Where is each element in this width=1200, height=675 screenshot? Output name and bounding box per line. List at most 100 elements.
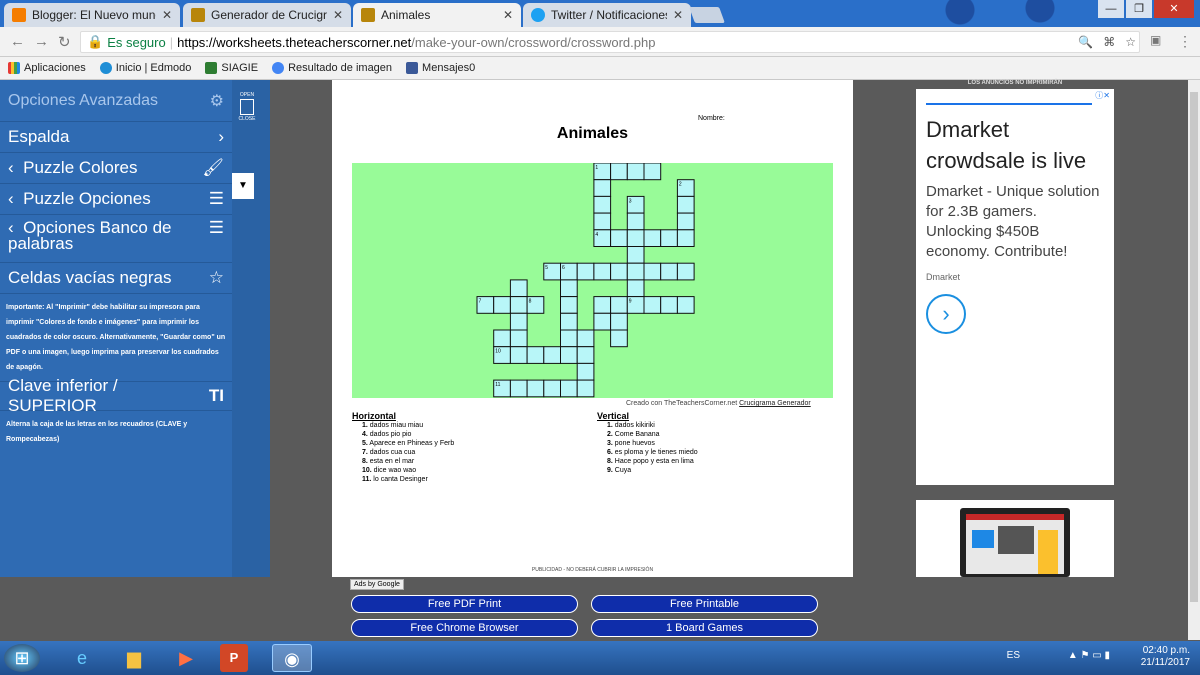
clue-text: dados kikiriki [612,422,655,429]
clue-item: 7. dados cua cua [352,448,454,457]
bookmark-google[interactable]: Resultado de imagen [272,62,392,74]
ad-info-icon[interactable]: ⓘ✕ [1095,90,1110,101]
extension-icon[interactable]: ▣ [1150,33,1161,47]
free-printable-button[interactable]: Free Printable [591,595,818,613]
scrollbar-thumb[interactable] [1190,92,1198,602]
clue-text: dados cua cua [367,449,416,456]
crossword-cell [543,379,562,398]
language-indicator[interactable]: ES [1007,650,1020,662]
free-chrome-browser-button[interactable]: Free Chrome Browser [351,619,578,637]
close-window-button[interactable]: ✕ [1154,0,1194,18]
sidebar-item-espalda[interactable]: Espalda › [0,122,232,153]
ad-arrow-icon[interactable]: › [926,294,966,334]
open-close-toggle[interactable]: OPEN CLOSE [236,92,258,122]
sidebar-item-puzzle-colores[interactable]: ‹ Puzzle Colores 🖌 [0,153,232,184]
crossword-cell [576,262,595,281]
crossword-cell [593,212,612,231]
crossword-cell [676,229,695,248]
media-player-icon[interactable]: ▶ [166,644,206,672]
vertical-clues: Vertical 1. dados kikiriki 2. Come Banana… [597,411,698,475]
scrollbar[interactable] [1188,80,1200,640]
bookmark-apps[interactable]: Aplicaciones [8,62,86,74]
bookmark-label: Resultado de imagen [288,62,393,74]
bookmark-star-icon[interactable]: ☆ [1125,35,1136,49]
ad-banner[interactable]: ⓘ✕ Dmarket crowdsale is live Dmarket - U… [916,89,1114,485]
worksheet: Nombre: Animales 1 2 3 4 5 6 7 8 9 10 11 Creado co… [332,80,853,577]
bookmark-facebook[interactable]: Mensajes0 [406,62,475,74]
forward-icon[interactable]: → [34,33,49,50]
clave-toggle[interactable]: Clave inferior / SUPERIOR TI [0,376,232,415]
powerpoint-icon[interactable]: P [220,644,248,672]
crossword-cell [610,312,628,331]
monitor-illustration [960,508,1070,577]
chevron-left-icon: ‹ [8,158,14,177]
clue-text: lo canta Desinger [371,476,428,483]
tab-title: Twitter / Notificaciones [551,8,667,22]
clue-text: Hace popo y esta en lima [612,458,694,465]
crossword-cell [560,346,578,364]
ad-image[interactable] [916,500,1114,577]
blogger-icon [12,8,26,22]
close-tab-icon[interactable]: ✕ [162,8,172,22]
translate-icon[interactable]: ⌘ [1103,35,1115,49]
clock-date[interactable]: 21/11/2017 [1141,657,1190,669]
clue-text: Come Banana [612,431,660,438]
close-tab-icon[interactable]: ✕ [333,8,343,22]
close-tab-icon[interactable]: ✕ [673,8,683,22]
new-tab-button[interactable] [689,7,725,23]
crossword-cell [593,195,612,214]
windows-taskbar: ⊞ e ▆ ▶ P ◉ ES ▲ ⚑ ▭ ▮ 02:40 p.m. 21/11/… [0,641,1200,675]
vertical-title: Vertical [597,411,630,421]
free-pdf-print-button[interactable]: Free PDF Print [351,595,578,613]
ad-source: Dmarket [926,272,961,282]
options-panel: Opciones Avanzadas ⚙ Espalda › ‹ Puzzle … [0,80,232,577]
clue-number: 11. [362,476,372,483]
crossword-cell [643,163,662,181]
clue-item: 1. dados kikiriki [597,421,698,430]
back-icon[interactable]: ← [10,33,25,50]
url-field[interactable]: 🔒 Es seguro | https://worksheets.theteac… [80,31,1140,53]
bookmark-siagie[interactable]: SIAGIE [205,62,258,74]
crossword-cell [509,296,528,314]
crossword-cell [560,279,578,298]
ad-divider [926,103,1092,105]
crossword-cell [509,379,528,398]
zoom-icon[interactable]: 🔍 [1078,35,1093,49]
crossword-cell [593,312,612,331]
tray-icons[interactable]: ▲ ⚑ ▭ ▮ [1068,650,1110,662]
bookmark-edmodo[interactable]: Inicio | Edmodo [99,62,191,74]
close-tab-icon[interactable]: ✕ [503,8,513,22]
nombre-label: Nombre: [698,115,725,122]
tab-animales[interactable]: Animales ✕ [353,3,521,27]
cell-number: 11 [495,382,500,388]
tab-generador[interactable]: Generador de Crucigram ✕ [183,3,351,27]
sidebar-item-banco-palabras[interactable]: ‹ Opciones Banco de palabras ☰ [0,215,232,263]
sidebar-item-celdas-vacias[interactable]: Celdas vacías negras ☆ [0,263,232,294]
crossword-cell [626,163,645,181]
crossword-cell [593,262,612,281]
clock-time[interactable]: 02:40 p.m. [1141,645,1190,657]
ads-by-google[interactable]: Ads by Google [350,579,404,590]
reload-icon[interactable]: ↻ [58,33,71,51]
close-label: CLOSE [238,116,256,122]
credit-link[interactable]: Crucigrama Generador [739,400,811,407]
crossword-cell [610,229,628,248]
folder-icon[interactable]: ▆ [114,644,154,672]
crossword-cell [593,296,612,314]
sidebar-item-label: Puzzle Colores [23,158,138,177]
crossword-cell [660,262,678,281]
clue-text: esta en el mar [367,458,415,465]
ie-icon[interactable]: e [62,644,102,672]
chrome-icon[interactable]: ◉ [272,644,312,672]
minimize-button[interactable]: — [1098,0,1124,18]
maximize-button[interactable]: ❐ [1126,0,1152,18]
tab-blogger[interactable]: Blogger: El Nuevo mund ✕ [4,3,180,27]
crossword-cell [560,379,578,398]
board-games-button[interactable]: 1 Board Games [591,619,818,637]
menu-icon[interactable]: ⋮ [1178,33,1192,50]
start-button[interactable]: ⊞ [4,644,40,672]
tab-twitter[interactable]: Twitter / Notificaciones ✕ [523,3,691,27]
url-host: https://worksheets.theteacherscorner.net [177,34,412,50]
sidebar-item-puzzle-opciones[interactable]: ‹ Puzzle Opciones ☰ [0,184,232,215]
dropdown-arrow[interactable]: ▼ [232,173,254,199]
